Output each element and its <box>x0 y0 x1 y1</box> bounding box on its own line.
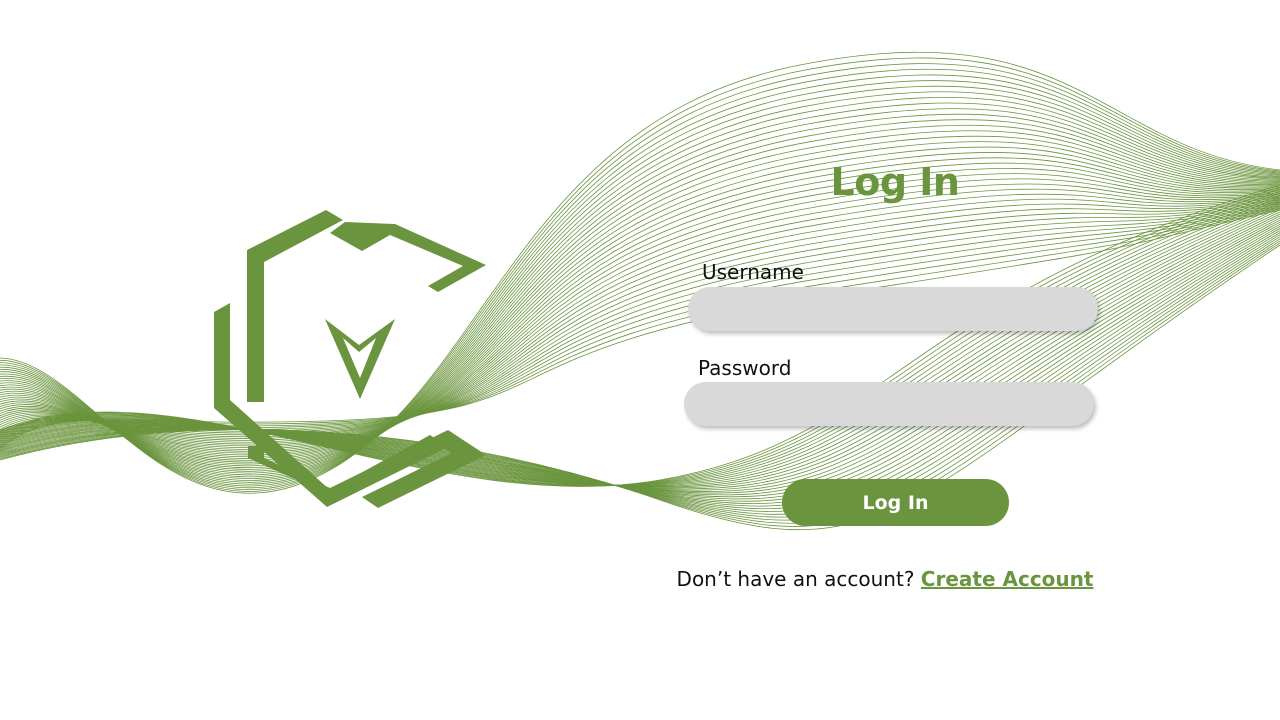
create-account-link[interactable]: Create Account <box>921 567 1094 591</box>
page-title: Log In <box>830 160 960 204</box>
wave-lines-decoration <box>0 51 1280 531</box>
password-input[interactable] <box>684 382 1094 426</box>
login-button[interactable]: Log In <box>782 479 1009 526</box>
login-page: Log In Username Password Log In Don’t ha… <box>0 0 1280 720</box>
username-input[interactable] <box>688 287 1098 331</box>
signup-prompt: Don’t have an account? Create Account <box>600 566 1170 592</box>
password-label: Password <box>698 356 792 380</box>
no-account-text: Don’t have an account? <box>676 567 915 591</box>
hexagon-chevron-logo-icon <box>214 210 486 508</box>
username-label: Username <box>702 260 804 284</box>
